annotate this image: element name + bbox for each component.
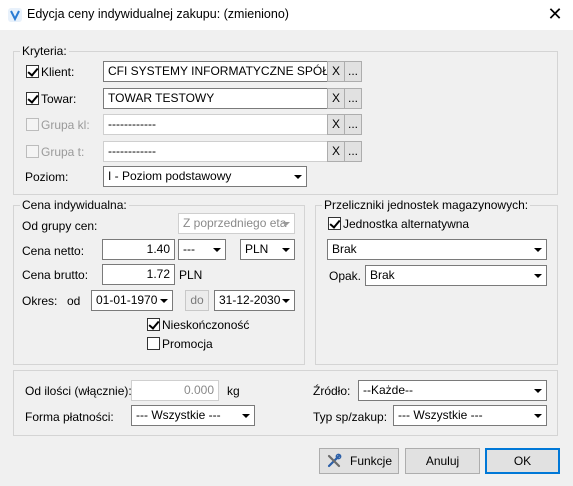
- klient-checkbox[interactable]: [26, 65, 39, 78]
- towar-field[interactable]: TOWAR TESTOWY: [103, 88, 329, 109]
- grupa-kl-field[interactable]: ------------: [103, 114, 329, 135]
- date-from-value: 01-01-1970: [96, 293, 158, 307]
- chevron-down-icon: [530, 406, 546, 425]
- title-bar: Edycja ceny indywidualnej zakupu: (zmien…: [0, 0, 573, 30]
- date-to-picker[interactable]: 31-12-2030: [214, 290, 295, 311]
- towar-browse-button[interactable]: ...: [344, 88, 362, 109]
- zrodlo-select[interactable]: --Każde--: [358, 380, 547, 401]
- klient-label: Klient:: [41, 65, 75, 79]
- klient-browse-button[interactable]: ...: [344, 61, 362, 82]
- promocja-label: Promocja: [162, 337, 213, 351]
- cena-brutto-label: Cena brutto:: [22, 268, 89, 282]
- chevron-down-icon: [278, 291, 294, 310]
- opak-label: Opak.: [329, 269, 362, 283]
- chevron-down-icon: [238, 406, 254, 425]
- netto-type-select[interactable]: ---: [178, 239, 226, 260]
- chevron-down-icon: [530, 266, 546, 285]
- do-button[interactable]: do: [185, 290, 209, 311]
- chevron-down-icon: [530, 381, 546, 400]
- ok-button[interactable]: OK: [485, 448, 560, 474]
- unit-select[interactable]: Brak: [327, 239, 547, 260]
- funkcje-label: Funkcje: [350, 454, 393, 468]
- anuluj-button[interactable]: Anuluj: [405, 448, 480, 474]
- grupa-kl-checkbox[interactable]: [26, 118, 39, 131]
- chevron-down-icon: [290, 167, 306, 186]
- cena-netto-input[interactable]: 1.40: [102, 239, 175, 260]
- anuluj-label: Anuluj: [425, 454, 460, 468]
- date-from-picker[interactable]: 01-01-1970: [91, 290, 173, 311]
- close-icon[interactable]: ✕: [540, 2, 570, 26]
- currency-select[interactable]: PLN: [240, 239, 295, 260]
- grupa-kl-clear-button[interactable]: X: [327, 114, 345, 135]
- przeliczniki-group-label: Przeliczniki jednostek magazynowych:: [322, 198, 531, 212]
- jednostka-checkbox[interactable]: [328, 217, 341, 230]
- klient-field[interactable]: CFI SYSTEMY INFORMATYCZNE SPÓŁKA Z: [103, 61, 329, 82]
- grupa-t-browse-button[interactable]: ...: [344, 141, 362, 162]
- kryteria-group-label: Kryteria:: [20, 44, 69, 58]
- grupa-kl-label: Grupa kl:: [41, 118, 90, 132]
- forma-platnosci-value: --- Wszystkie ---: [136, 408, 221, 422]
- chevron-down-icon: [278, 214, 294, 233]
- window-title: Edycja ceny indywidualnej zakupu: (zmien…: [27, 7, 289, 21]
- netto-type-value: ---: [183, 242, 195, 256]
- od-grupy-select[interactable]: Z poprzedniego eta: [178, 213, 295, 234]
- forma-platnosci-select[interactable]: --- Wszystkie ---: [131, 405, 255, 426]
- jednostka-label: Jednostka alternatywna: [343, 217, 470, 231]
- grupa-t-checkbox[interactable]: [26, 145, 39, 158]
- typ-sp-zakup-label: Typ sp/zakup:: [313, 410, 388, 424]
- od-ilosci-input[interactable]: 0.000: [131, 380, 219, 401]
- nieskonczonosc-checkbox[interactable]: [147, 318, 160, 331]
- od-grupy-value: Z poprzedniego eta: [183, 216, 287, 230]
- poziom-label: Poziom:: [25, 170, 69, 184]
- towar-checkbox[interactable]: [26, 92, 39, 105]
- cena-netto-label: Cena netto:: [22, 244, 85, 258]
- grupa-t-clear-button[interactable]: X: [327, 141, 345, 162]
- chevron-down-icon: [530, 240, 546, 259]
- typ-sp-zakup-select[interactable]: --- Wszystkie ---: [393, 405, 547, 426]
- od-ilosci-unit: kg: [227, 384, 240, 398]
- chevron-down-icon: [278, 240, 294, 259]
- opak-select[interactable]: Brak: [365, 265, 547, 286]
- unit-select-value: Brak: [332, 242, 357, 256]
- currency-value: PLN: [245, 242, 269, 256]
- typ-sp-zakup-value: --- Wszystkie ---: [398, 408, 483, 422]
- chevron-down-icon: [209, 240, 225, 259]
- nieskonczonosc-label: Nieskończoność: [162, 318, 250, 332]
- okres-label: Okres:: [22, 294, 58, 308]
- grupa-t-field[interactable]: ------------: [103, 141, 329, 162]
- od-grupy-label: Od grupy cen:: [22, 219, 98, 233]
- zrodlo-label: Źródło:: [313, 384, 351, 398]
- cena-group-label: Cena indywidualna:: [20, 198, 129, 212]
- date-to-value: 31-12-2030: [219, 293, 281, 307]
- od-label: od: [67, 294, 81, 308]
- cena-brutto-input[interactable]: 1.72: [102, 264, 175, 285]
- tools-icon: [327, 453, 342, 468]
- towar-label: Towar:: [41, 92, 77, 106]
- funkcje-button[interactable]: Funkcje: [319, 448, 399, 474]
- towar-clear-button[interactable]: X: [327, 88, 345, 109]
- chevron-down-icon: [156, 291, 172, 310]
- od-ilosci-label: Od ilości (włącznie):: [25, 384, 132, 398]
- opak-select-value: Brak: [370, 268, 395, 282]
- grupa-t-label: Grupa t:: [41, 145, 85, 159]
- zrodlo-value: --Każde--: [363, 383, 414, 397]
- app-logo-icon: [8, 8, 22, 22]
- brutto-currency-label: PLN: [179, 268, 203, 282]
- forma-platnosci-label: Forma płatności:: [25, 410, 114, 424]
- promocja-checkbox[interactable]: [147, 337, 160, 350]
- klient-clear-button[interactable]: X: [327, 61, 345, 82]
- grupa-kl-browse-button[interactable]: ...: [344, 114, 362, 135]
- poziom-select-value: I - Poziom podstawowy: [108, 169, 232, 183]
- ok-label: OK: [513, 454, 532, 468]
- poziom-select[interactable]: I - Poziom podstawowy: [103, 166, 307, 187]
